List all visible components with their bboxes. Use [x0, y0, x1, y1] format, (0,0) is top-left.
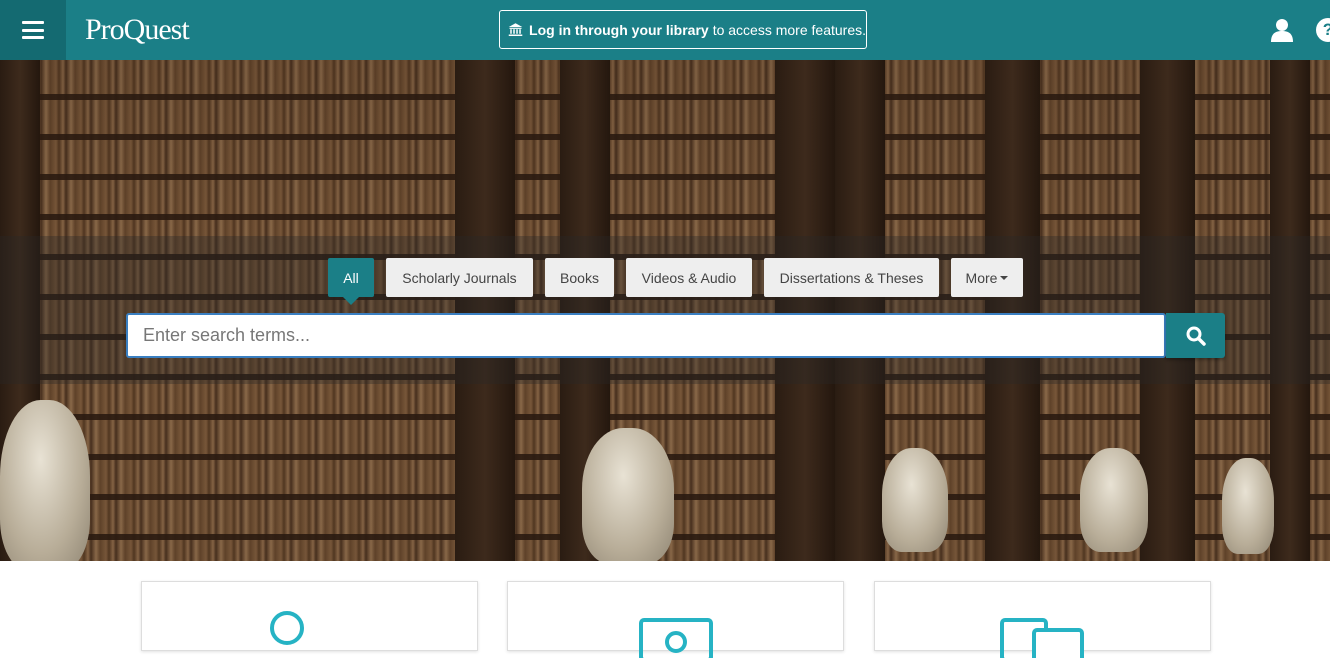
tab-books[interactable]: Books — [545, 258, 614, 297]
menu-button[interactable] — [0, 0, 66, 60]
tab-label: Scholarly Journals — [402, 269, 517, 286]
user-icon[interactable] — [1270, 18, 1294, 42]
library-login-button[interactable]: Log in through your library to access mo… — [499, 10, 867, 49]
search-input[interactable] — [126, 313, 1166, 358]
marble-bust — [0, 400, 90, 561]
tab-dissertations-theses[interactable]: Dissertations & Theses — [764, 258, 939, 297]
feature-card[interactable] — [874, 581, 1211, 658]
top-header: ProQuest Log in through your library to … — [0, 0, 1330, 60]
library-icon — [508, 22, 523, 36]
magnifier-icon — [270, 611, 304, 645]
marble-bust — [582, 428, 674, 561]
login-description: to access more features. — [712, 21, 866, 38]
tab-label: Books — [560, 269, 599, 286]
tab-scholarly-journals[interactable]: Scholarly Journals — [386, 258, 533, 297]
tab-all[interactable]: All — [328, 258, 374, 305]
search-icon — [1186, 326, 1206, 346]
help-icon[interactable]: ? — [1316, 18, 1330, 42]
proquest-logo[interactable]: ProQuest — [85, 12, 190, 48]
tab-label: All — [343, 269, 359, 286]
tab-label: More — [965, 269, 998, 286]
search-button[interactable] — [1166, 313, 1225, 358]
hamburger-icon — [22, 21, 44, 39]
documents-icon — [1000, 618, 1084, 658]
feature-card[interactable] — [507, 581, 844, 658]
tab-label: Videos & Audio — [641, 269, 737, 286]
tab-videos-audio[interactable]: Videos & Audio — [626, 258, 752, 297]
feature-card[interactable] — [141, 581, 478, 651]
marble-bust — [1080, 448, 1148, 552]
image-icon — [639, 618, 713, 658]
marble-bust — [882, 448, 948, 552]
marble-bust — [1222, 458, 1274, 554]
hero-banner: All Scholarly Journals Books Videos & Au… — [0, 60, 1330, 561]
caret-down-icon — [1000, 275, 1009, 280]
login-link-text: Log in through your library — [529, 21, 709, 38]
tab-more[interactable]: More — [951, 258, 1023, 297]
tab-label: Dissertations & Theses — [779, 269, 924, 286]
